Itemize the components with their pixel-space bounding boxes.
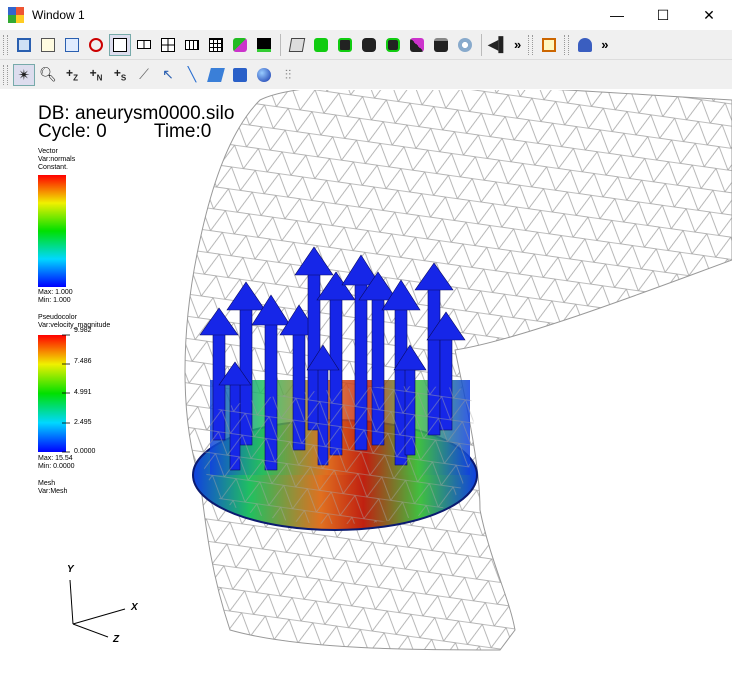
animation-back-icon[interactable]: ◀▌ <box>487 34 509 56</box>
camera-icon[interactable] <box>430 34 452 56</box>
main-toolbar: ◀▌ » » <box>0 30 732 60</box>
lineout-mode-icon[interactable]: ⟋ <box>133 64 155 86</box>
pseudocolor-legend-min: Min: 0.0000 <box>38 463 75 470</box>
axis-label-y: Y <box>67 564 74 575</box>
axis-triad <box>69 579 126 638</box>
minimize-button[interactable]: — <box>594 0 640 30</box>
plane-tool-icon[interactable] <box>205 64 227 86</box>
select-pointer-icon[interactable]: ↖ <box>157 64 179 86</box>
undo-view-icon[interactable] <box>358 34 380 56</box>
visit-app-icon <box>8 7 24 23</box>
layout-3x3-icon[interactable] <box>205 34 227 56</box>
vector-legend-title: Vector <box>38 148 58 155</box>
vector-legend-var: Var:normals <box>38 156 76 163</box>
pseudocolor-tick-label: 9.982 <box>74 327 92 334</box>
axis-label-x: X <box>131 602 138 613</box>
pseudocolor-legend-range: Max: 15.54 Min: 0.0000 <box>38 455 75 471</box>
sphere-tool-icon[interactable] <box>253 64 275 86</box>
title-bar: Window 1 — ☐ ✕ <box>0 0 732 30</box>
close-button[interactable]: ✕ <box>686 0 732 30</box>
mesh-legend-var: Var:Mesh <box>38 488 68 495</box>
navigate-mode-icon[interactable]: ✴ <box>13 63 35 86</box>
axis-label-z: Z <box>113 634 120 645</box>
pseudocolor-tick-label: 7.486 <box>74 358 92 365</box>
maximize-button[interactable]: ☐ <box>640 0 686 30</box>
axis-restrict-icon[interactable]: ⫶⫶ <box>277 64 299 86</box>
render-canvas <box>38 90 732 651</box>
toolbar-separator <box>280 33 281 56</box>
cycle-value: Cycle: 0 <box>38 121 107 142</box>
delete-window-icon[interactable] <box>85 34 107 56</box>
pseudocolor-tick-label: 4.991 <box>74 389 92 396</box>
toolbar-grip[interactable] <box>528 34 534 55</box>
toolbar-grip[interactable] <box>3 34 8 55</box>
reset-view-icon[interactable] <box>310 34 332 56</box>
mesh-overlay <box>198 386 474 524</box>
vector-legend-max: Max: 1.000 <box>38 289 73 296</box>
toolbar-separator <box>481 33 482 56</box>
spin-icon[interactable] <box>454 34 476 56</box>
zoom-mode-icon[interactable]: 🔍︎ <box>37 64 59 86</box>
lock-icon[interactable] <box>574 34 596 56</box>
invert-background-icon[interactable] <box>406 34 428 56</box>
vector-legend-min: Min: 1.000 <box>38 297 71 304</box>
toolbar-grip[interactable] <box>3 64 8 85</box>
layout-1x1-icon[interactable] <box>109 33 131 56</box>
vector-legend-bar <box>38 175 66 287</box>
toolbar-overflow-button[interactable]: » <box>601 37 608 52</box>
new-window-icon[interactable] <box>37 34 59 56</box>
pseudocolor-legend-bar <box>38 335 66 452</box>
mode-toolbar: ✴ 🔍︎ +Z +N +S ⟋ ↖ ╲ ⫶⫶ <box>0 60 732 89</box>
mesh-legend: Mesh Var:Mesh <box>38 480 67 496</box>
plot-settings-icon[interactable] <box>538 34 560 56</box>
zone-pick-icon[interactable]: +Z <box>61 64 83 86</box>
cycle-label: Cycle: 0 Time:0 <box>38 121 211 143</box>
redo-view-icon[interactable] <box>382 34 404 56</box>
layout-2x2-icon[interactable] <box>157 34 179 56</box>
vis-window-viewport[interactable] <box>0 90 732 685</box>
layout-2x3-icon[interactable] <box>181 34 203 56</box>
vector-legend-header: Vector Var:normals Constant. <box>38 148 75 172</box>
spreadsheet-pick-icon[interactable]: +S <box>109 64 131 86</box>
pseudocolor-tick-label: 2.495 <box>74 419 92 426</box>
recenter-view-icon[interactable] <box>334 34 356 56</box>
mesh-legend-title: Mesh <box>38 480 56 487</box>
vector-legend-mode: Constant. <box>38 164 68 171</box>
toolbar-overflow-button[interactable]: » <box>514 37 521 52</box>
pseudocolor-tick-label: 0.0000 <box>74 448 96 455</box>
box-tool-icon[interactable] <box>229 64 251 86</box>
time-value: Time:0 <box>153 121 212 142</box>
node-pick-icon[interactable]: +N <box>85 64 107 86</box>
toolbar-grip[interactable] <box>564 34 570 55</box>
pick-icon[interactable] <box>229 34 251 56</box>
vector-legend-range: Max: 1.000 Min: 1.000 <box>38 289 73 305</box>
window-title: Window 1 <box>32 8 85 22</box>
clone-window-icon[interactable] <box>61 34 83 56</box>
layout-1x2-icon[interactable] <box>133 34 155 56</box>
active-window-icon[interactable] <box>13 34 35 56</box>
pseudocolor-legend-max: Max: 15.54 <box>38 455 73 462</box>
pseudocolor-legend-title: Pseudocolor <box>38 314 77 321</box>
lineout-icon[interactable] <box>253 34 275 56</box>
line-tool-icon[interactable]: ╲ <box>181 64 203 86</box>
view-3d-icon[interactable] <box>286 34 308 56</box>
